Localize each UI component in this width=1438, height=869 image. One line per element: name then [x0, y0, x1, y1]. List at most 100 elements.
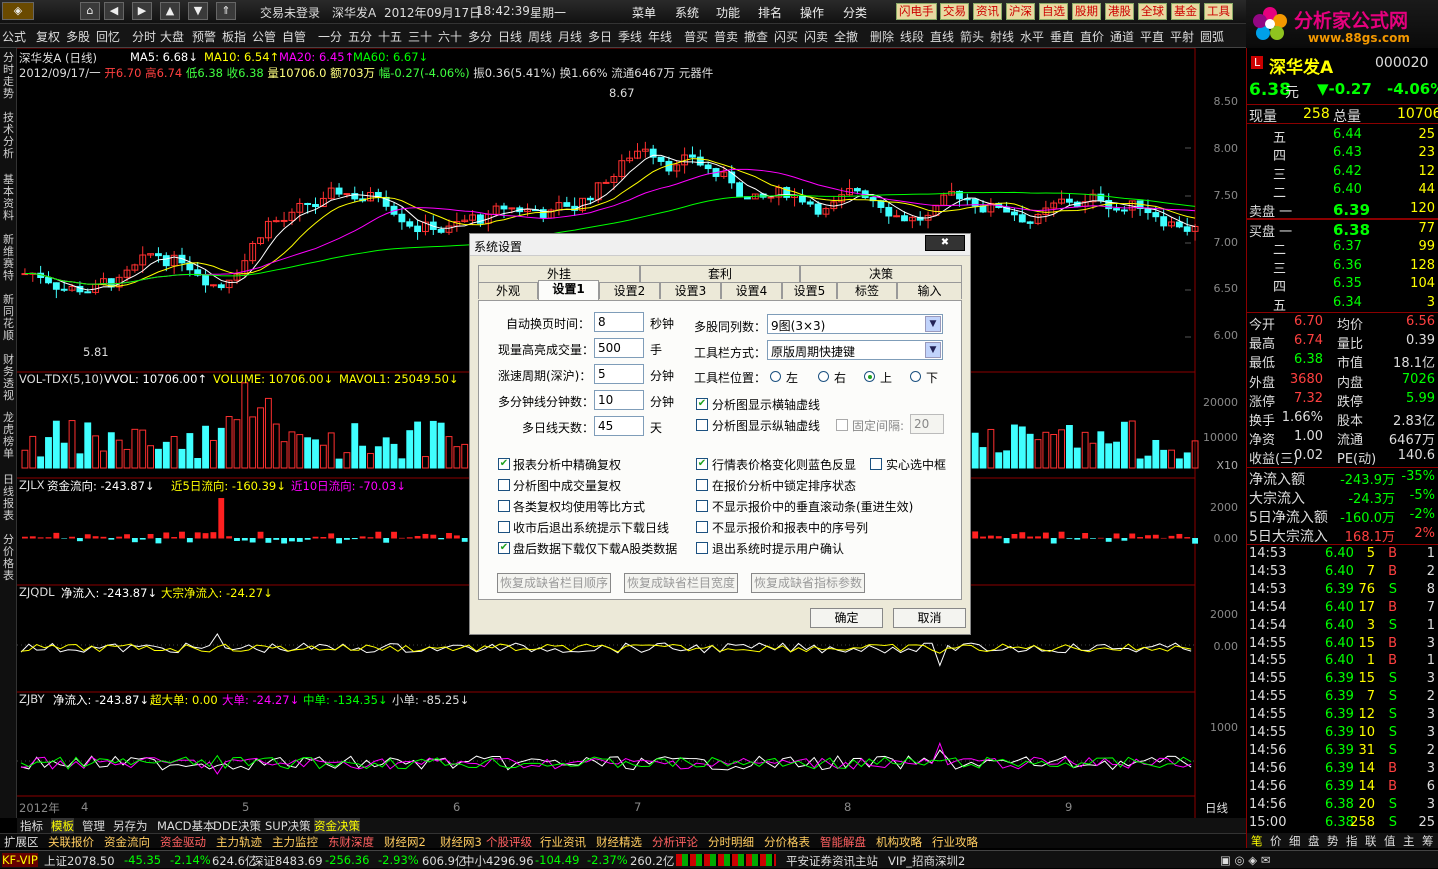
multi-minute-input[interactable]: 10 [594, 390, 644, 410]
indicator-tab[interactable]: 指标 [20, 818, 43, 834]
page-up-icon[interactable]: ▲ [160, 2, 180, 20]
app-logo-icon[interactable]: ◈ [2, 2, 34, 20]
tab-settings1[interactable]: 设置1 [538, 280, 599, 301]
indicator-tab[interactable]: 管理 [82, 818, 105, 834]
h-grid-checkbox[interactable]: ✔ [696, 398, 708, 410]
quote-tab[interactable]: 势 [1327, 833, 1339, 849]
top-icon[interactable]: ⇑ [216, 2, 236, 20]
forward-icon[interactable]: ▶ [132, 2, 152, 20]
toolbar-button[interactable]: 撤查 [744, 28, 768, 45]
fixed-interval-input[interactable]: 20 [910, 414, 944, 434]
indicator-tab[interactable]: 另存为 [113, 818, 148, 834]
leftbar-item[interactable]: 基本资料 [1, 174, 16, 222]
toolbar-button[interactable]: 普买 [684, 28, 708, 45]
left-checkbox[interactable]: ✔ [498, 458, 510, 470]
tab-settings4[interactable]: 设置4 [721, 282, 782, 299]
v-grid-checkbox[interactable] [696, 419, 708, 431]
buy-level-row[interactable]: 二 6.37 99 [1247, 238, 1438, 258]
category-item[interactable]: 分析评论 [652, 834, 698, 850]
toolbar-button[interactable]: 多日 [588, 28, 612, 45]
sell-level-row[interactable]: 三 6.42 12 [1247, 163, 1438, 183]
right-checkbox[interactable] [696, 542, 708, 554]
quick-hk-button[interactable]: 港股 [1105, 3, 1134, 20]
toolbar-button[interactable]: 闪卖 [804, 28, 828, 45]
chevron-down-icon[interactable]: ▼ [925, 342, 941, 358]
toolbar-button[interactable]: 多分 [468, 28, 492, 45]
quick-tools-button[interactable]: 工具 [1204, 3, 1233, 20]
sell-level-row[interactable]: 卖盘 一 6.39 120 [1247, 200, 1438, 220]
leftbar-item[interactable]: 新维赛特 [1, 234, 16, 282]
toolbar-button[interactable]: 线段 [900, 28, 924, 45]
toolbar-button[interactable]: 圆弧 [1200, 28, 1224, 45]
category-item[interactable]: 主力轨迹 [216, 834, 262, 850]
category-item[interactable]: 行业资讯 [540, 834, 586, 850]
indicator-tab[interactable]: DDE决策 [213, 818, 261, 834]
toolbar-button[interactable]: 分时 [132, 28, 156, 45]
quote-tab[interactable]: 筹 [1422, 833, 1434, 849]
category-item[interactable]: 机构攻略 [876, 834, 922, 850]
sell-level-row[interactable]: 五 6.44 25 [1247, 126, 1438, 146]
page-down-icon[interactable]: ▼ [188, 2, 208, 20]
toolbar-button[interactable]: 月线 [558, 28, 582, 45]
toolbar-button[interactable]: 平直 [1140, 28, 1164, 45]
menu-ranking[interactable]: 排名 [758, 4, 782, 21]
indicator-tab[interactable]: SUP决策 [265, 818, 311, 834]
toolbar-button[interactable]: 公式 [2, 28, 26, 45]
toolbar-button[interactable]: 六十 [438, 28, 462, 45]
sell-level-row[interactable]: 二 6.40 44 [1247, 181, 1438, 201]
toolbar-button[interactable]: 日线 [498, 28, 522, 45]
toolbar-button[interactable]: 一分 [318, 28, 342, 45]
tab-settings5[interactable]: 设置5 [782, 282, 837, 299]
menu-function[interactable]: 功能 [716, 4, 740, 21]
menu-main[interactable]: 菜单 [632, 4, 656, 21]
multi-day-input[interactable]: 45 [594, 416, 644, 436]
toolbar-button[interactable]: 预警 [192, 28, 216, 45]
fixed-interval-checkbox[interactable] [836, 419, 848, 431]
toolbar-button[interactable]: 删除 [870, 28, 894, 45]
ok-button[interactable]: 确定 [810, 608, 883, 628]
pos-bottom-radio[interactable] [910, 371, 921, 382]
tick-list[interactable]: 14:53 6.40 5 B 1 14:53 6.40 7 B 2 14:53 6.39 76 S 8 14:… [1247, 545, 1438, 833]
buy-level-row[interactable]: 三 6.36 128 [1247, 257, 1438, 277]
quick-hushen-button[interactable]: 沪深 [1006, 3, 1035, 20]
right-checkbox[interactable]: ✔ [696, 458, 708, 470]
solid-select-checkbox[interactable] [870, 458, 882, 470]
menu-system[interactable]: 系统 [675, 4, 699, 21]
menu-category[interactable]: 分类 [843, 4, 867, 21]
cancel-button[interactable]: 取消 [893, 608, 966, 628]
quote-tab[interactable]: 盘 [1308, 833, 1320, 849]
toolbar-button[interactable]: 十五 [378, 28, 402, 45]
quote-tab[interactable]: 笔 [1251, 833, 1263, 849]
quote-tab[interactable]: 值 [1384, 833, 1396, 849]
category-item[interactable]: 智能解盘 [820, 834, 866, 850]
dialog-close-button[interactable]: ✖ [925, 235, 965, 251]
category-item[interactable]: 扩展区 [4, 834, 39, 850]
right-checkbox[interactable] [696, 521, 708, 533]
leftbar-item[interactable]: 分价格表 [1, 534, 16, 582]
toolbar-button[interactable]: 回忆 [96, 28, 120, 45]
toolbar-button[interactable]: 复权 [36, 28, 60, 45]
leftbar-item[interactable]: 财务透视 [1, 354, 16, 402]
menu-operation[interactable]: 操作 [800, 4, 824, 21]
toolbar-button[interactable]: 闪买 [774, 28, 798, 45]
quote-tab[interactable]: 联 [1365, 833, 1377, 849]
category-item[interactable]: 关联报价 [48, 834, 94, 850]
toolbar-button[interactable]: 垂直 [1050, 28, 1074, 45]
home-icon[interactable]: ⌂ [80, 2, 100, 20]
restore-column-width-button[interactable]: 恢复成缺省栏目宽度 [624, 573, 738, 593]
right-checkbox[interactable] [696, 500, 708, 512]
quote-tab[interactable]: 指 [1346, 833, 1358, 849]
back-icon[interactable]: ◀ [104, 2, 124, 20]
left-checkbox[interactable] [498, 500, 510, 512]
leftbar-item[interactable]: 技术分析 [1, 112, 16, 160]
quick-fund-button[interactable]: 基金 [1171, 3, 1200, 20]
quick-trade-button[interactable]: 交易 [940, 3, 969, 20]
auto-page-time-input[interactable]: 8 [594, 312, 644, 332]
left-checkbox[interactable] [498, 521, 510, 533]
category-item[interactable]: 主力监控 [272, 834, 318, 850]
sell-level-row[interactable]: 四 6.43 23 [1247, 144, 1438, 164]
toolbar-button[interactable]: 板指 [222, 28, 246, 45]
quote-tab[interactable]: 主 [1403, 833, 1415, 849]
multi-stock-select[interactable]: 9图(3×3) ▼ [767, 314, 943, 334]
toolbar-button[interactable]: 通道 [1110, 28, 1134, 45]
